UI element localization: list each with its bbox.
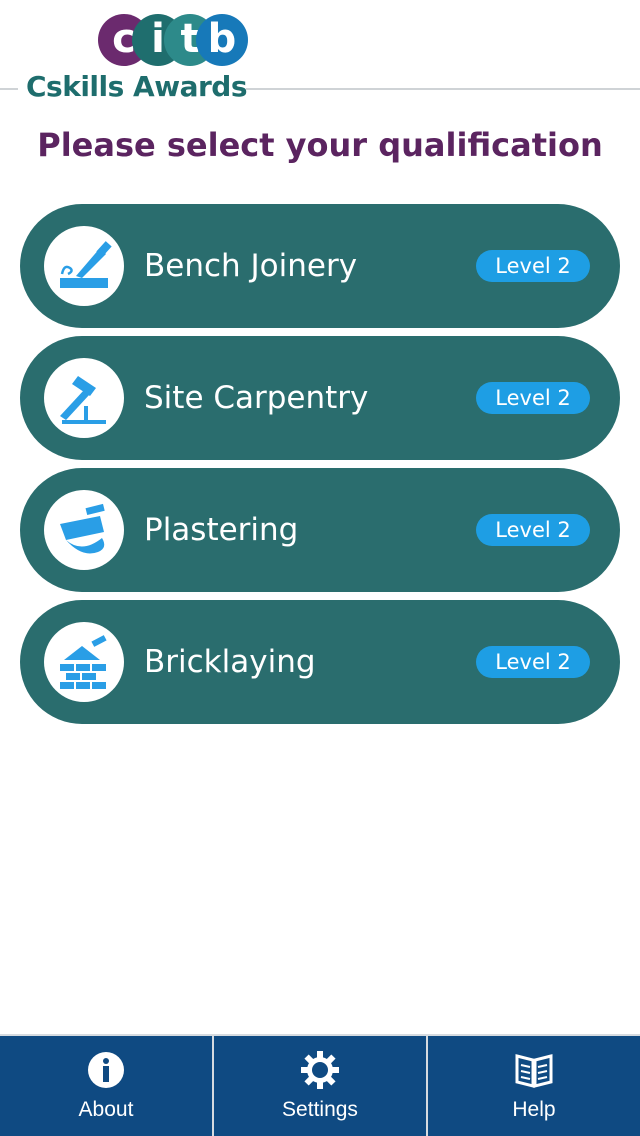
page-title: Please select your qualification bbox=[37, 126, 603, 164]
logo-letter-b: b bbox=[196, 14, 248, 66]
logo-letters: c i t b bbox=[98, 12, 248, 68]
header-divider-left bbox=[0, 88, 18, 90]
header: c i t b Cskills Awards bbox=[0, 0, 640, 110]
tab-label: About bbox=[78, 1098, 134, 1121]
bottom-tab-bar: About Settings Help bbox=[0, 1034, 640, 1136]
citb-logo: c i t b Cskills Awards bbox=[24, 12, 248, 104]
qualification-item-plastering[interactable]: Plastering Level 2 bbox=[20, 468, 620, 592]
plastering-trowel-icon bbox=[44, 490, 124, 570]
chisel-icon bbox=[44, 226, 124, 306]
qualification-item-bricklaying[interactable]: Bricklaying Level 2 bbox=[20, 600, 620, 724]
logo-subtitle: Cskills Awards bbox=[26, 70, 248, 103]
qualification-item-site-carpentry[interactable]: Site Carpentry Level 2 bbox=[20, 336, 620, 460]
qualification-label: Bricklaying bbox=[144, 644, 316, 680]
tab-settings[interactable]: Settings bbox=[212, 1036, 426, 1136]
qualification-label: Site Carpentry bbox=[144, 380, 369, 416]
hammer-icon bbox=[44, 358, 124, 438]
qualification-label: Bench Joinery bbox=[144, 248, 358, 284]
level-badge: Level 2 bbox=[476, 514, 590, 546]
tab-help[interactable]: Help bbox=[426, 1036, 640, 1136]
info-icon bbox=[88, 1052, 124, 1088]
gear-icon bbox=[301, 1051, 339, 1089]
tab-label: Help bbox=[512, 1098, 556, 1121]
tab-about[interactable]: About bbox=[0, 1036, 212, 1136]
qualification-label: Plastering bbox=[144, 512, 299, 548]
level-badge: Level 2 bbox=[476, 250, 590, 282]
header-divider-right bbox=[246, 88, 640, 90]
qualification-item-bench-joinery[interactable]: Bench Joinery Level 2 bbox=[20, 204, 620, 328]
level-badge: Level 2 bbox=[476, 646, 590, 678]
qualification-list: Bench Joinery Level 2 Site Carpentry Lev… bbox=[20, 204, 620, 732]
brick-wall-icon bbox=[44, 622, 124, 702]
level-badge: Level 2 bbox=[476, 382, 590, 414]
book-icon bbox=[515, 1054, 553, 1088]
tab-label: Settings bbox=[282, 1098, 358, 1121]
